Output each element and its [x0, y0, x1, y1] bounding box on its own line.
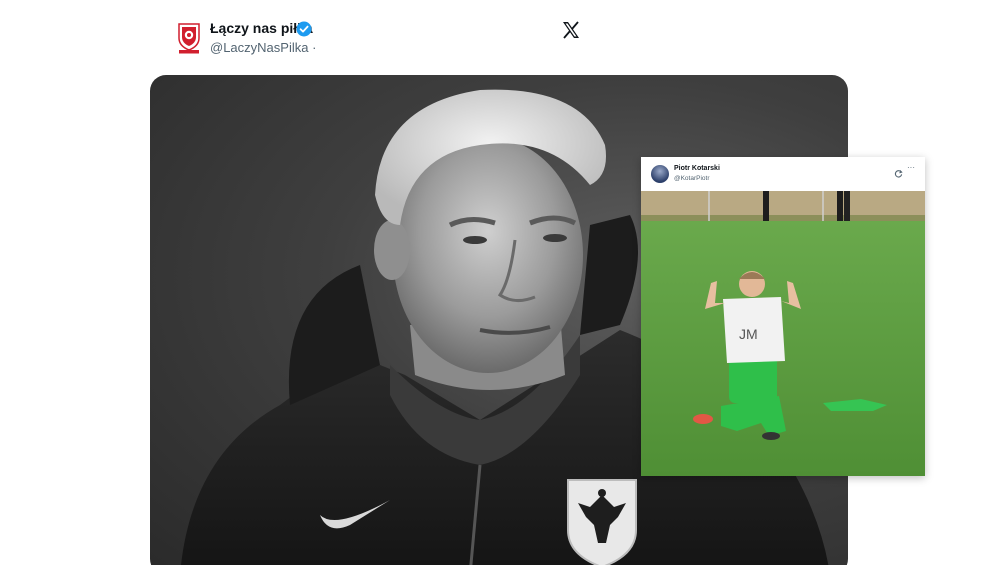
tweet-page: Łączy nas piłka @LaczyNasPilka · Piotr K… — [0, 0, 1000, 565]
embedded-avatar[interactable] — [651, 165, 669, 183]
tweet-header: Łączy nas piłka @LaczyNasPilka · — [176, 18, 596, 62]
more-options-icon[interactable]: ··· — [907, 163, 915, 172]
player-kneeling-video[interactable]: JM — [641, 191, 925, 476]
author-handle[interactable]: @LaczyNasPilka · — [210, 40, 316, 55]
shirt-text: JM — [739, 326, 758, 342]
embedded-author-handle[interactable]: @KotarPiotr — [674, 175, 710, 182]
embedded-tweet-header: Piotr Kotarski @KotarPiotr ··· — [641, 157, 925, 191]
x-logo-icon[interactable] — [561, 20, 581, 40]
verified-badge-icon — [296, 21, 312, 37]
pzpn-logo-icon[interactable] — [176, 22, 202, 54]
embedded-tweet-card[interactable]: Piotr Kotarski @KotarPiotr ··· JM — [641, 157, 925, 476]
embedded-author-name[interactable]: Piotr Kotarski — [674, 165, 720, 172]
polish-eagle-crest-icon — [567, 479, 637, 565]
refresh-icon[interactable] — [894, 165, 903, 178]
